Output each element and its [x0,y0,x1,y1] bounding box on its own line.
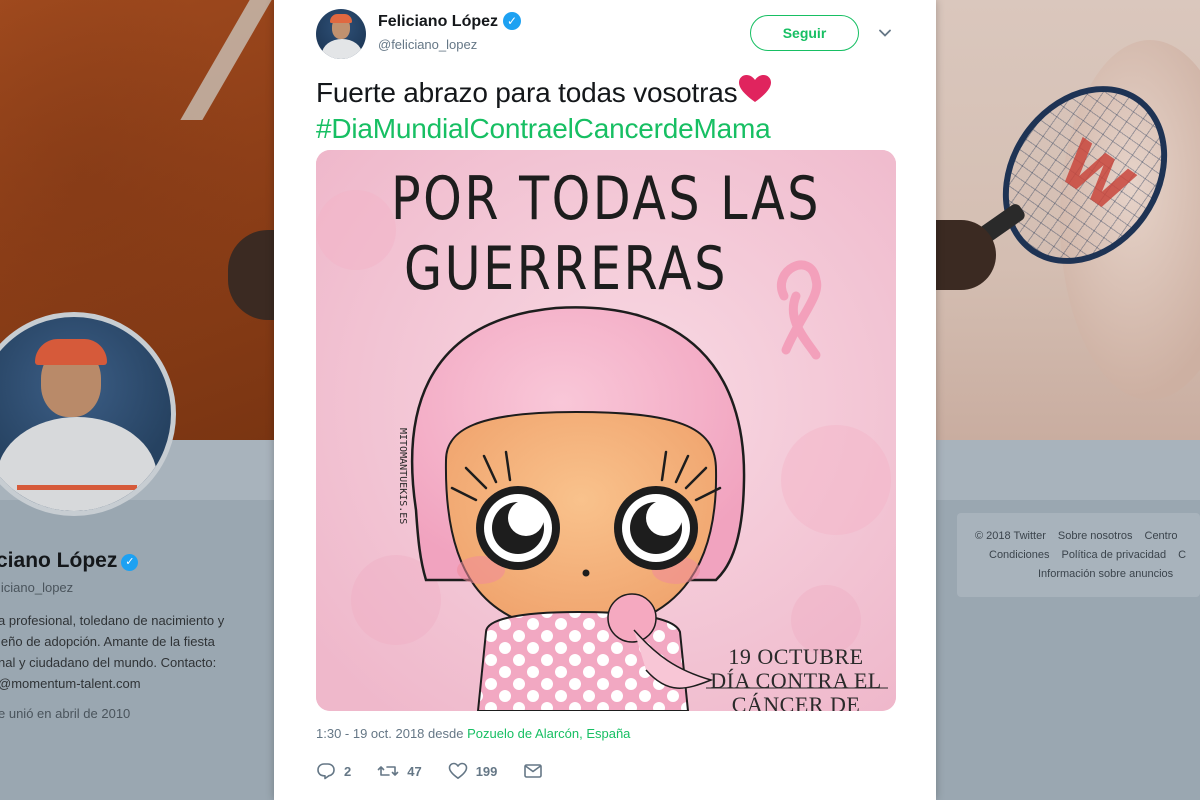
bio-line: leño de adopción. Amante de la fiesta [0,634,215,649]
retweet-button[interactable]: 47 [377,762,422,780]
envelope-icon [523,762,551,780]
footer-link: Centro [1144,530,1178,542]
tweet-actions: 2 47 199 [316,760,577,782]
bio-line: @momentum-talent.com [0,676,141,691]
verified-badge-icon: ✓ [121,554,139,571]
footer-link: Sobre nosotros [1057,530,1133,542]
footer-link: Información sobre anuncios [1038,568,1174,580]
background-footer: © 2018 Twitter Sobre nosotros Centro Condi… [957,513,1200,597]
footer-link: Política de privacidad [1061,549,1167,561]
footer-link: C [1178,549,1187,561]
author-handle[interactable]: @feliciano_lopez [378,37,477,52]
tweet-text-line: Fuerte abrazo para todas vosotras [316,77,738,108]
retweet-count: 47 [407,763,422,779]
heart-icon [448,762,476,780]
background-profile-handle: liciano_lopez [0,580,74,595]
author-avatar[interactable] [316,9,366,59]
like-count: 199 [475,763,498,779]
follow-button[interactable]: Seguir [750,15,859,51]
retweet-icon [377,762,407,780]
like-button[interactable]: 199 [448,762,498,780]
background-profile-joined: e unió en abril de 2010 [0,706,131,721]
background-profile-name: ciano López ✓ [0,549,139,573]
direct-message-button[interactable] [523,762,551,780]
reply-count: 2 [344,763,352,779]
cartoon-eye-right [614,486,698,570]
author-name[interactable]: Feliciano López ✓ [378,12,522,31]
chevron-down-icon[interactable] [878,26,892,40]
bio-line: nal y ciudadano del mundo. Contacto: [0,655,217,670]
red-heart-emoji-icon [738,74,772,112]
background-profile-bio: a profesional, toledano de nacimiento y … [0,610,268,694]
bio-line: a profesional, toledano de nacimiento y [0,613,225,628]
poster-date-line: DÍA CONTRA EL [710,668,882,693]
reply-button[interactable]: 2 [316,762,351,780]
verified-badge-icon: ✓ [503,12,522,30]
footer-link: Condiciones [989,549,1050,561]
tweet-metadata: 1:30 - 19 oct. 2018 desde Pozuelo de Ala… [316,726,630,741]
tweet-text: Fuerte abrazo para todas vosotras #DiaMu… [316,74,772,146]
tweet-location-link[interactable]: Pozuelo de Alarcón, España [467,726,630,741]
hashtag-link[interactable]: #DiaMundialContraelCancerdeMama [316,113,771,144]
poster-date-line: CÁNCER DE MAMA [731,692,861,711]
poster-credit: MITOMANTUEKIS.ES [397,428,408,525]
poster-title-line: POR TODAS LAS [391,164,821,234]
poster-title-line: GUERRERAS [404,234,728,304]
tweet-image[interactable]: POR TODAS LAS GUERRERAS MITOMANTUEKIS.ES… [316,150,896,711]
cartoon-eye-left [476,486,560,570]
tweet-timestamp[interactable]: 1:30 - 19 oct. 2018 desde [316,726,463,741]
poster-date-line: 19 OCTUBRE [728,644,864,669]
reply-icon [316,762,344,780]
footer-link: © 2018 Twitter [975,530,1046,542]
tweet-card: Feliciano López ✓ @feliciano_lopez Seguir… [274,0,936,800]
